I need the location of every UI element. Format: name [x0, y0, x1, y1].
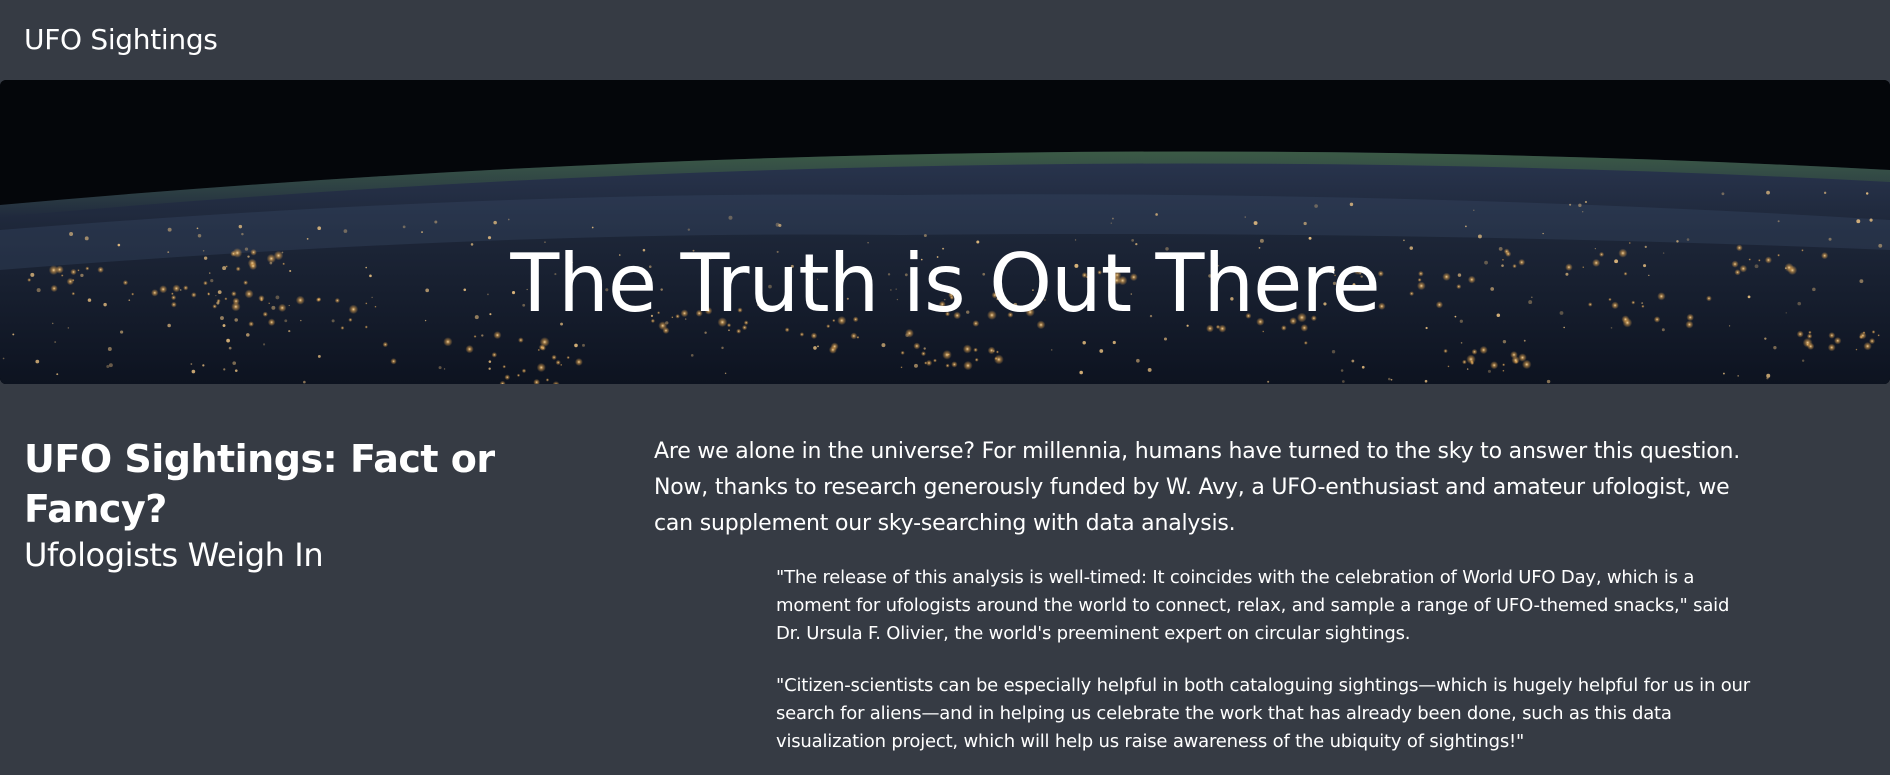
article-subheadline: Ufologists Weigh In	[24, 536, 324, 574]
hero-title: The Truth is Out There	[510, 236, 1380, 330]
navbar-brand-link[interactable]: UFO Sightings	[24, 20, 218, 60]
quote-paragraph: "Citizen-scientists can be especially he…	[776, 675, 1750, 752]
article-headline: UFO Sightings: Fact or Fancy?	[24, 437, 495, 531]
hero-banner: The Truth is Out There	[0, 80, 1890, 384]
headline-column: UFO Sightings: Fact or Fancy? Ufologists…	[24, 434, 624, 576]
navbar: UFO Sightings	[0, 0, 1890, 80]
intro-paragraph: Are we alone in the universe? For millen…	[654, 439, 1741, 536]
earth-at-night-image	[0, 80, 1890, 384]
article-body: Are we alone in the universe? For millen…	[654, 434, 1774, 542]
quote-paragraph: "The release of this analysis is well-ti…	[776, 567, 1730, 644]
